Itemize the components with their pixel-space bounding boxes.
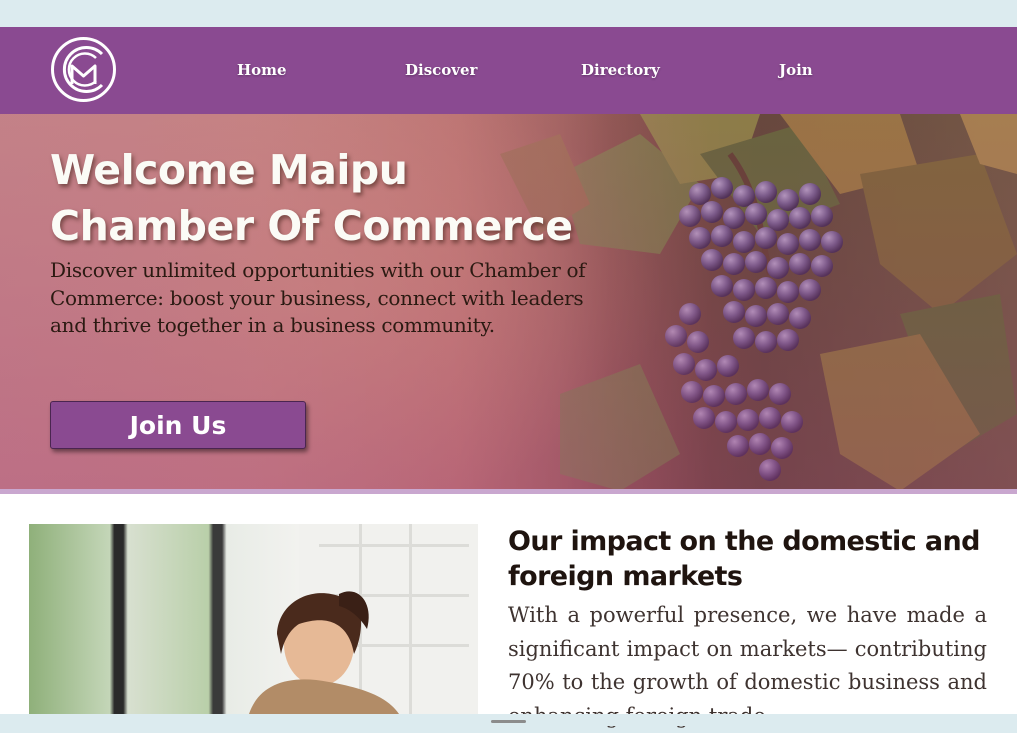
- nav-discover[interactable]: Discover: [405, 61, 477, 79]
- hero-description: Discover unlimited opportunities with ou…: [50, 258, 586, 337]
- hero-banner: Welcome Maipu Chamber Of Commerce Discov…: [0, 114, 1017, 491]
- nav-directory[interactable]: Directory: [581, 61, 660, 79]
- nav-join[interactable]: Join: [779, 61, 813, 79]
- business-woman-photo: [29, 524, 478, 714]
- hero-title: Welcome Maipu Chamber Of Commerce: [50, 142, 650, 254]
- impact-text: With a powerful presence, we have made a…: [508, 603, 987, 728]
- hero-title-line1: Welcome Maipu: [50, 146, 408, 194]
- navbar: Home Discover Directory Join: [0, 27, 1017, 114]
- impact-title: Our impact on the domestic and foreign m…: [508, 526, 980, 592]
- top-strip: [0, 0, 1017, 27]
- chamber-logo-icon[interactable]: [50, 36, 117, 103]
- impact-section: Our impact on the domestic and foreign m…: [0, 494, 1017, 728]
- scroll-handle[interactable]: [491, 720, 526, 723]
- hero-title-line2: Chamber Of Commerce: [50, 202, 573, 250]
- join-us-button[interactable]: Join Us: [50, 401, 306, 449]
- nav-home[interactable]: Home: [237, 61, 287, 79]
